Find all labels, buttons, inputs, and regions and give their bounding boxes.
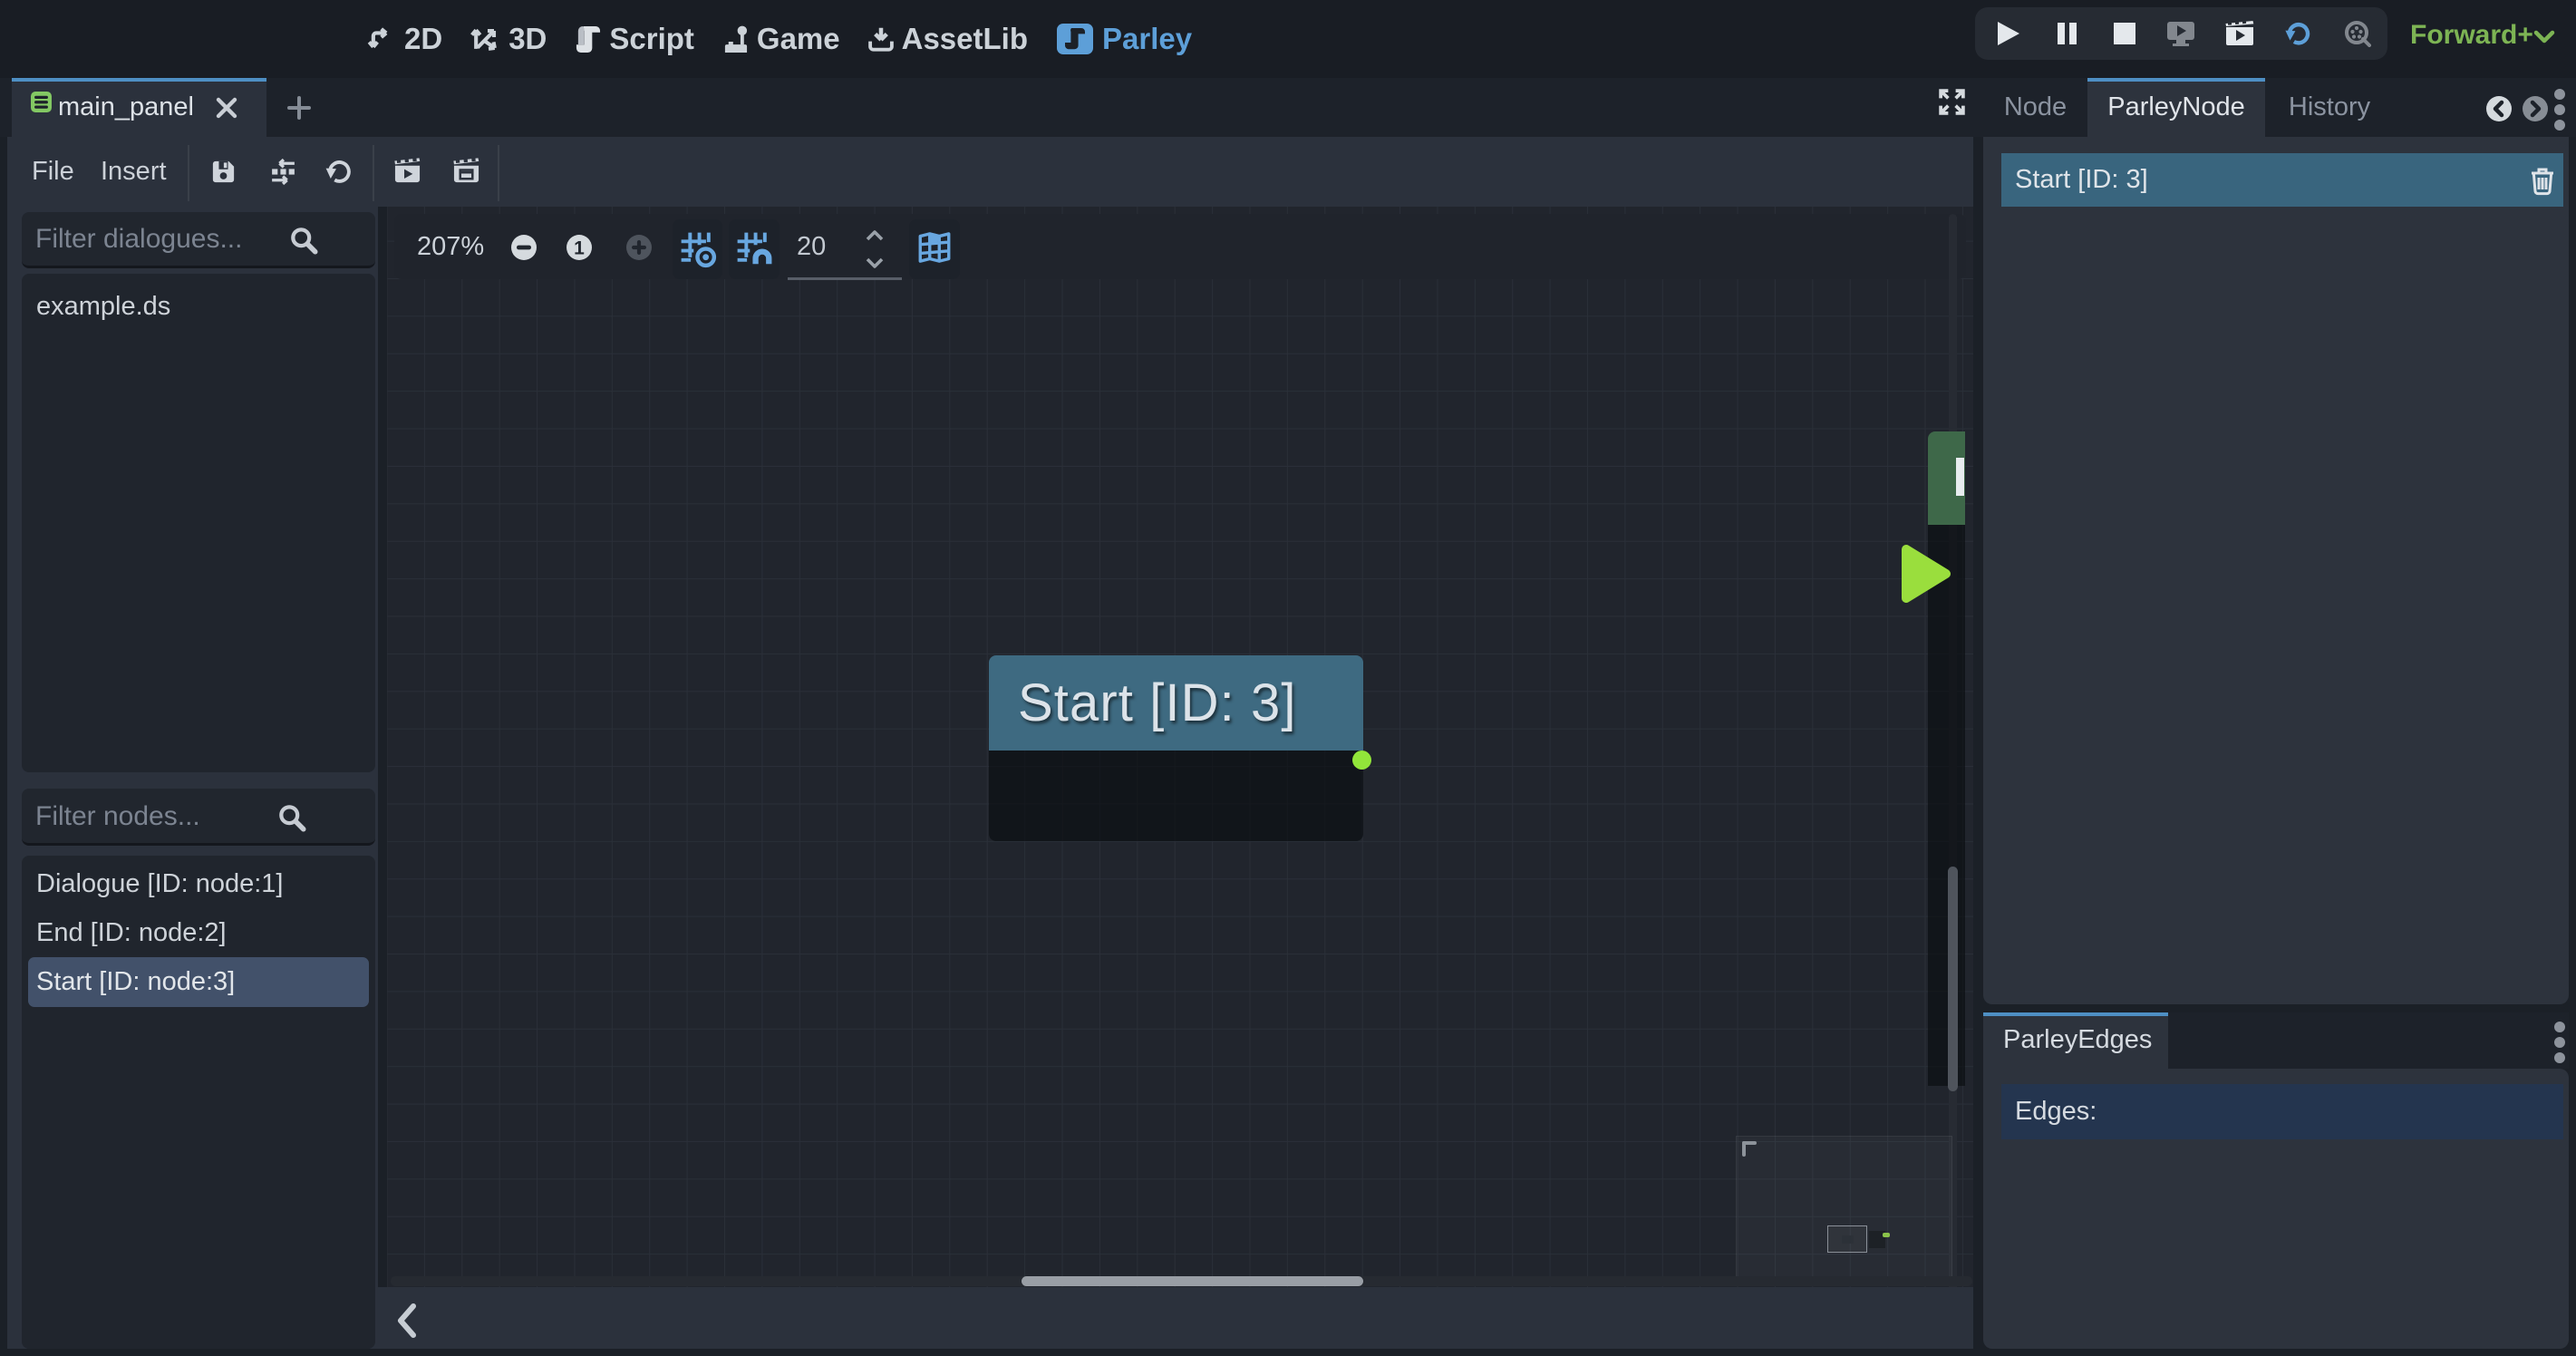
svg-text:1: 1 xyxy=(574,238,585,259)
